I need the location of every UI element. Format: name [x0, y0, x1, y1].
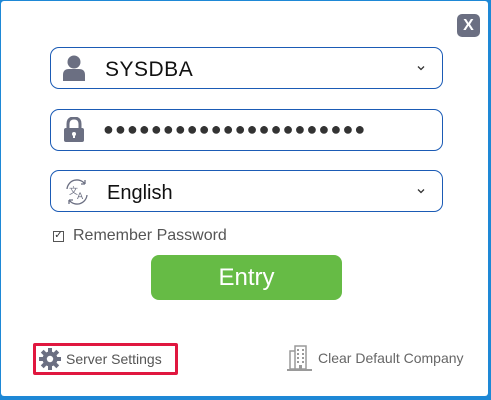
entry-button[interactable]: Entry — [151, 255, 342, 300]
clear-default-company-label: Clear Default Company — [318, 350, 464, 366]
remember-password-label: Remember Password — [73, 227, 227, 244]
username-select[interactable]: SYSDBA — [50, 47, 443, 89]
svg-text:A: A — [77, 192, 84, 202]
login-dialog: X SYSDBA ●●●●●●●●●●●●●●●●●●●●●● 文 A Engl… — [1, 1, 488, 396]
server-settings-label: Server Settings — [66, 351, 162, 367]
gear-icon — [39, 348, 61, 370]
building-icon — [287, 345, 312, 371]
language-value: English — [107, 182, 173, 204]
user-icon — [61, 55, 87, 81]
remember-password-checkbox[interactable]: ✓ Remember Password — [53, 227, 227, 245]
username-value: SYSDBA — [105, 58, 194, 81]
clear-default-company-button[interactable]: Clear Default Company — [287, 345, 464, 371]
password-field[interactable]: ●●●●●●●●●●●●●●●●●●●●●● — [50, 109, 443, 151]
password-masked-value: ●●●●●●●●●●●●●●●●●●●●●● — [103, 119, 367, 139]
chevron-down-icon[interactable] — [415, 61, 427, 73]
close-button[interactable]: X — [457, 14, 480, 37]
server-settings-button[interactable]: Server Settings — [33, 343, 178, 375]
language-select[interactable]: 文 A English — [50, 170, 443, 212]
translate-icon: 文 A — [62, 177, 92, 207]
chevron-down-icon[interactable] — [415, 184, 427, 196]
lock-icon — [61, 117, 87, 143]
checkbox-box[interactable]: ✓ — [53, 230, 64, 242]
